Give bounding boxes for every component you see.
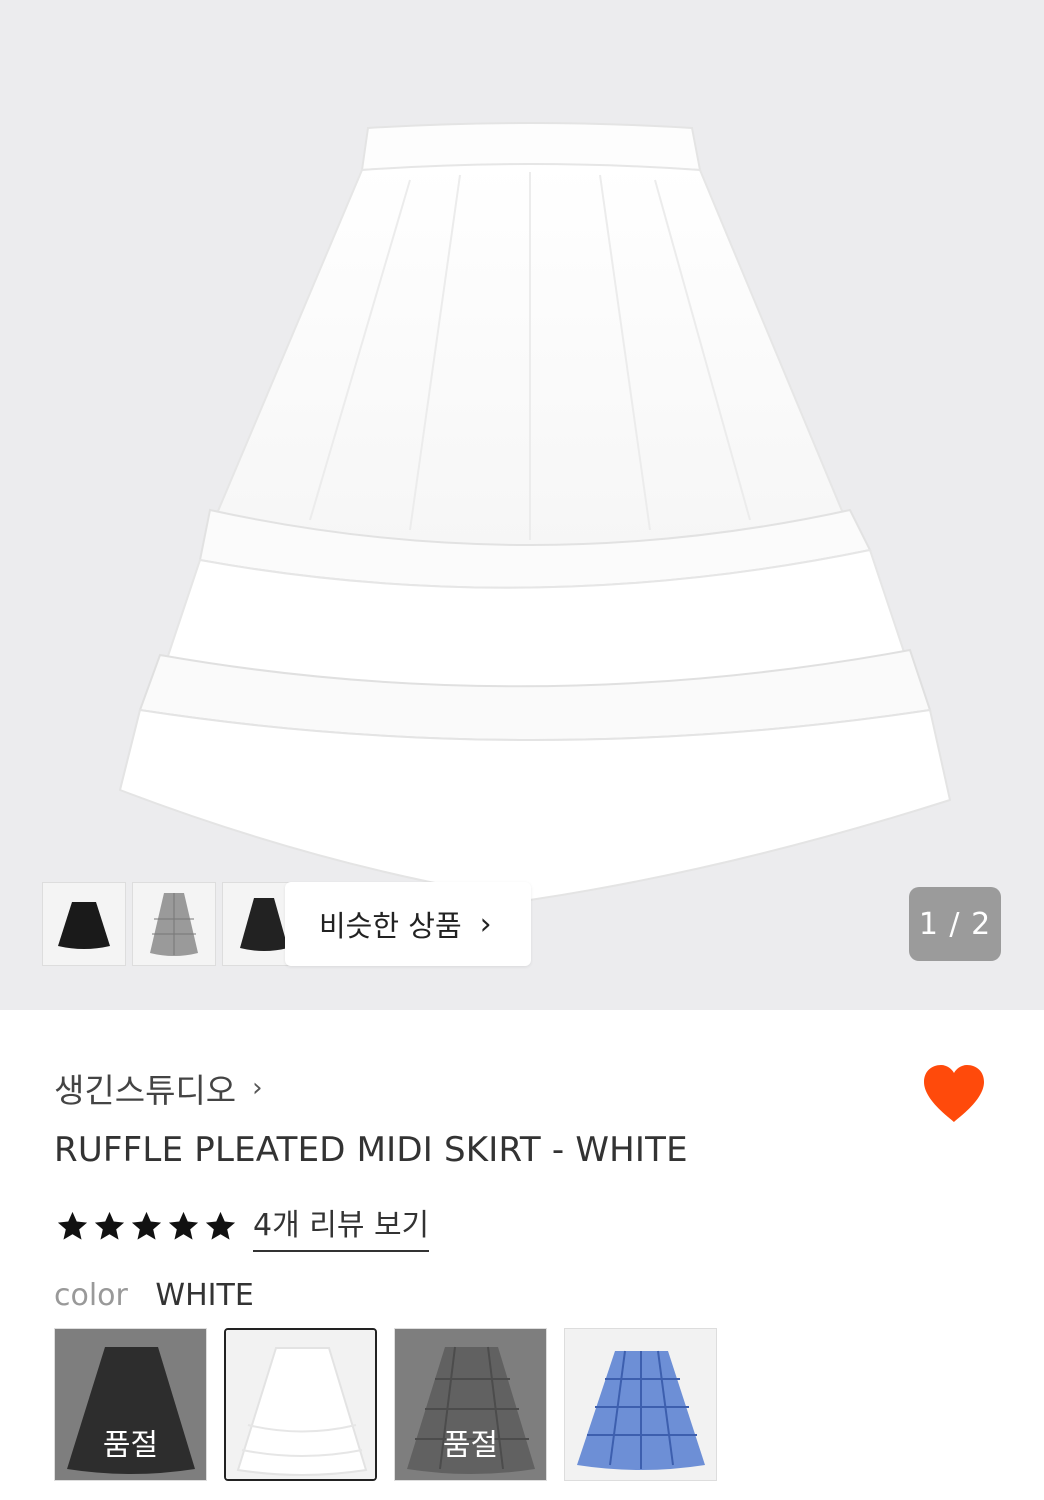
similar-products-label: 비슷한 상품 xyxy=(319,909,462,943)
color-swatches: 품절 품절 xyxy=(54,1328,734,1481)
star-icon xyxy=(168,1211,199,1240)
thumbnail-black[interactable] xyxy=(42,882,126,966)
reviews-link[interactable]: 4개 리뷰 보기 xyxy=(253,1200,430,1252)
image-page-indicator: 1 / 2 xyxy=(909,887,1001,961)
color-label: color xyxy=(54,1278,128,1313)
thumbnail-strip xyxy=(42,882,312,966)
color-selection-row: color WHITE xyxy=(54,1278,254,1313)
product-main-image xyxy=(118,122,952,902)
chevron-right-icon: › xyxy=(252,1073,263,1103)
color-swatch-black[interactable]: 품절 xyxy=(54,1328,207,1481)
star-icon xyxy=(205,1211,236,1240)
star-icon xyxy=(94,1211,125,1240)
star-icon xyxy=(131,1211,162,1240)
product-image-gallery[interactable]: 비슷한 상품 › 1 / 2 xyxy=(0,0,1044,1010)
thumbnail-gray-check[interactable] xyxy=(132,882,216,966)
star-icon xyxy=(57,1211,88,1240)
sold-out-label: 품절 xyxy=(102,1428,159,1463)
wishlist-heart-icon[interactable] xyxy=(920,1062,988,1126)
rating-row: 4개 리뷰 보기 xyxy=(54,1200,430,1252)
brand-name: 생긴스튜디오 xyxy=(54,1071,237,1110)
color-swatch-gray-check[interactable]: 품절 xyxy=(394,1328,547,1481)
selected-color-value: WHITE xyxy=(155,1278,254,1313)
similar-products-button[interactable]: 비슷한 상품 › xyxy=(285,882,531,966)
sold-out-label: 품절 xyxy=(442,1428,499,1463)
product-title: RUFFLE PLEATED MIDI SKIRT - WHITE xyxy=(54,1130,688,1170)
chevron-right-icon: › xyxy=(479,906,492,942)
rating-stars xyxy=(54,1209,239,1244)
color-swatch-white[interactable] xyxy=(224,1328,377,1481)
brand-link[interactable]: 생긴스튜디오 › xyxy=(54,1064,263,1112)
color-swatch-blue-check[interactable] xyxy=(564,1328,717,1481)
